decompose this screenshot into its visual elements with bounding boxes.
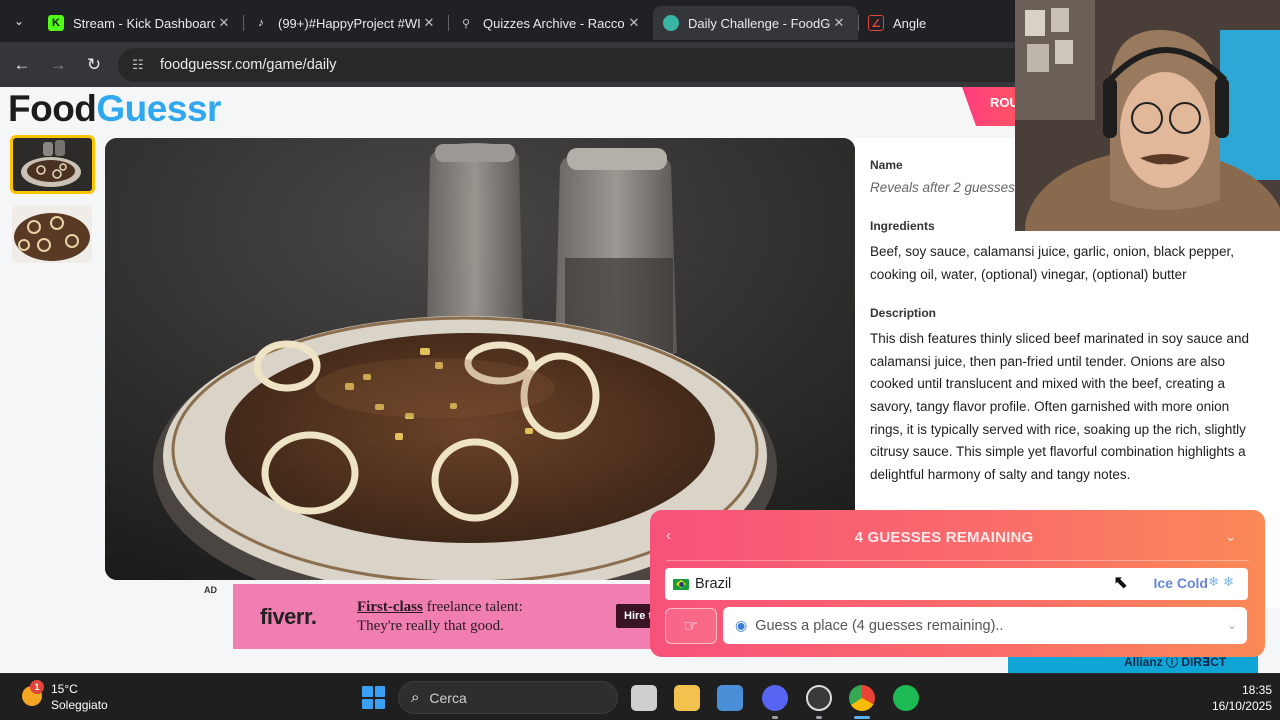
close-icon[interactable]: ✕ [420,15,438,31]
logo-part1: Food [8,88,97,129]
foodguessr-logo[interactable]: FoodGuessr [8,88,221,130]
ad-copy-line2: They're really that good. [357,618,504,634]
forward-arrow-icon[interactable]: → [40,47,76,83]
taskbar-search[interactable]: ⌕ Cerca [398,681,618,714]
chrome-icon[interactable] [849,685,875,711]
site-settings-icon[interactable]: ☷ [132,57,148,73]
tab-title: Daily Challenge - FoodGu [688,15,830,31]
tab-title: Stream - Kick Dashboard [73,15,215,31]
search-icon: ⌕ [411,689,420,706]
tab-title: Quizzes Archive - Raccolt [483,15,625,31]
ad-copy: First-class freelance talent: They're re… [357,598,523,636]
streamer-webcam-image [1015,0,1280,231]
url-text: foodguessr.com/game/daily [160,56,337,73]
angle-icon: ∠ [868,15,884,31]
clock-date: 16/10/2025 [1211,699,1272,713]
tab-kick-dashboard[interactable]: K Stream - Kick Dashboard ✕ [38,6,243,40]
archive-icon: ⚲ [461,17,471,30]
webcam-overlay [1015,0,1280,231]
logo-part2: Guessr [96,88,221,129]
hint-button[interactable]: ☞ [665,608,717,644]
foodguessr-icon [663,15,679,31]
ad-copy-bold: First-class [357,599,423,615]
active-indicator [854,716,870,719]
close-icon[interactable]: ✕ [625,15,643,31]
weather-condition: Soleggiato [51,698,108,712]
back-arrow-icon[interactable]: ← [4,47,40,83]
system-clock[interactable]: 18:35 16/10/2025 [1190,682,1272,714]
guess-panel: ‹ 4 GUESSES REMAINING ⌄ Brazil ⬉ Ice Col… [650,510,1265,657]
tab-tiktok[interactable]: ♪ (99+)#HappyProject #WI ✕ [243,6,448,40]
task-view-icon[interactable] [631,685,657,711]
kick-icon: K [48,15,64,31]
globe-icon: ◉ [735,617,748,633]
guess-country: Brazil [695,576,732,592]
food-photo-image [12,205,92,263]
ad-label: AD [204,585,217,595]
clock-time: 18:35 [1241,683,1272,697]
tiktok-icon: ♪ [258,17,264,29]
obs-icon[interactable] [806,685,832,711]
description-heading: Description [870,306,937,321]
microsoft-store-icon[interactable] [717,685,743,711]
chevron-down-icon[interactable]: ⌄ [1227,618,1237,632]
food-photo-image [13,138,92,191]
tab-daily-challenge[interactable]: Daily Challenge - FoodGu ✕ [653,6,858,40]
fiverr-logo: fiverr. [260,604,317,629]
reload-icon[interactable]: ↻ [76,47,112,83]
file-explorer-icon[interactable] [674,685,700,711]
ingredients-text: Beef, soy sauce, calamansi juice, garlic… [870,244,1234,282]
food-thumbnail-1[interactable] [10,135,95,194]
guesses-remaining-title: 4 GUESSES REMAINING [854,529,1034,546]
chevron-down-icon[interactable]: ⌄ [1225,529,1236,545]
guess-place-input[interactable] [755,617,1216,634]
ad-copy-rest: freelance talent: [422,599,523,615]
hand-cards-icon: ☞ [683,618,699,635]
tab-angle[interactable]: ∠ Angle [858,6,998,40]
close-icon[interactable]: ✕ [830,15,848,31]
divider [666,560,1249,561]
tab-search-chevron-icon[interactable]: ⌄ [0,0,38,42]
discord-icon[interactable] [762,685,788,711]
running-indicator [816,716,822,719]
brazil-flag-icon [673,578,689,590]
previous-guess-row: Brazil ⬉ Ice Cold ❄❄ [665,568,1248,600]
guess-temperature: Ice Cold [1153,575,1208,591]
close-icon[interactable]: ✕ [215,15,233,31]
weather-temperature: 15°C [51,682,78,696]
search-placeholder: Cerca [429,689,467,706]
fiverr-ad-banner[interactable]: fiverr. First-class freelance talent: Th… [233,584,693,649]
notification-badge: 1 [30,680,44,694]
tab-quizzes-archive[interactable]: ⚲ Quizzes Archive - Raccolt ✕ [448,6,653,40]
windows-start-icon[interactable] [362,686,385,709]
address-bar[interactable]: ☷ foodguessr.com/game/daily [118,47,1098,82]
guess-panel-header: ‹ 4 GUESSES REMAINING ⌄ [650,510,1265,562]
mouse-cursor-icon: ⬉ [1113,572,1129,592]
guess-place-field[interactable]: ◉ ⌄ [723,607,1247,644]
tab-title: Angle [893,15,927,31]
windows-taskbar: 1 15°C Soleggiato ⌕ Cerca 18:35 16/10/20… [0,673,1280,720]
snowflake-icon: ❄❄ [1208,574,1238,589]
description-text: This dish features thinly sliced beef ma… [870,331,1249,482]
tab-title: (99+)#HappyProject #WI [278,15,420,31]
spotify-icon[interactable] [893,685,919,711]
running-indicator [772,716,778,719]
food-thumbnail-2[interactable] [12,205,92,263]
